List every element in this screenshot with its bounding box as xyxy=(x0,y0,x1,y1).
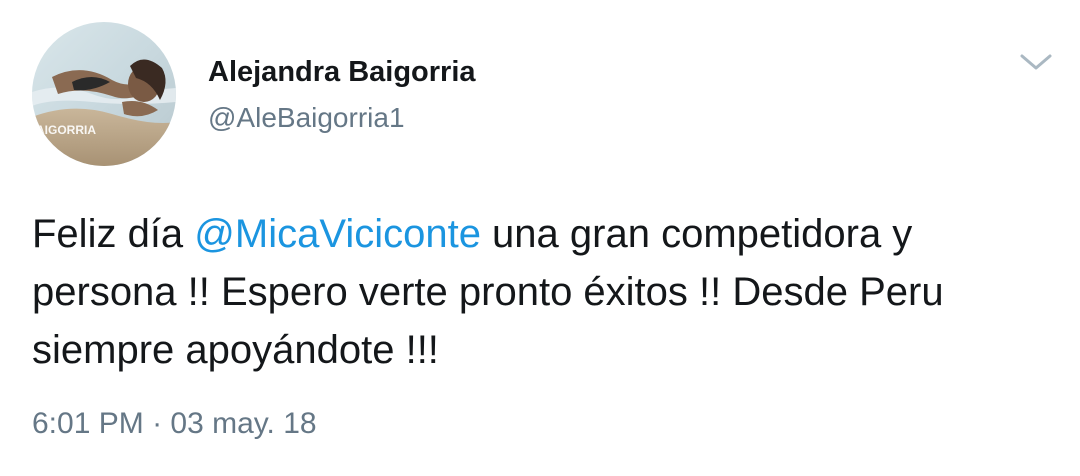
avatar[interactable]: AIGORRIA xyxy=(32,22,176,166)
tweet-text-start: Feliz día xyxy=(32,212,195,256)
tweet-date: 03 may. 18 xyxy=(170,407,317,440)
user-handle[interactable]: @AleBaigorria1 xyxy=(208,100,405,136)
chevron-down-icon xyxy=(1020,54,1052,70)
tweet-timestamp[interactable]: 6:01 PM · 03 may. 18 xyxy=(32,404,317,444)
timestamp-separator: · xyxy=(143,407,171,440)
display-name[interactable]: Alejandra Baigorria xyxy=(208,54,476,90)
tweet-time: 6:01 PM xyxy=(32,407,144,440)
tweet-text: Feliz día @MicaViciconte una gran compet… xyxy=(32,205,1052,379)
mention-link[interactable]: @MicaViciconte xyxy=(194,212,481,256)
avatar-photo: AIGORRIA xyxy=(32,22,176,166)
avatar-watermark: AIGORRIA xyxy=(36,123,96,137)
tweet-menu-button[interactable] xyxy=(1016,46,1056,78)
